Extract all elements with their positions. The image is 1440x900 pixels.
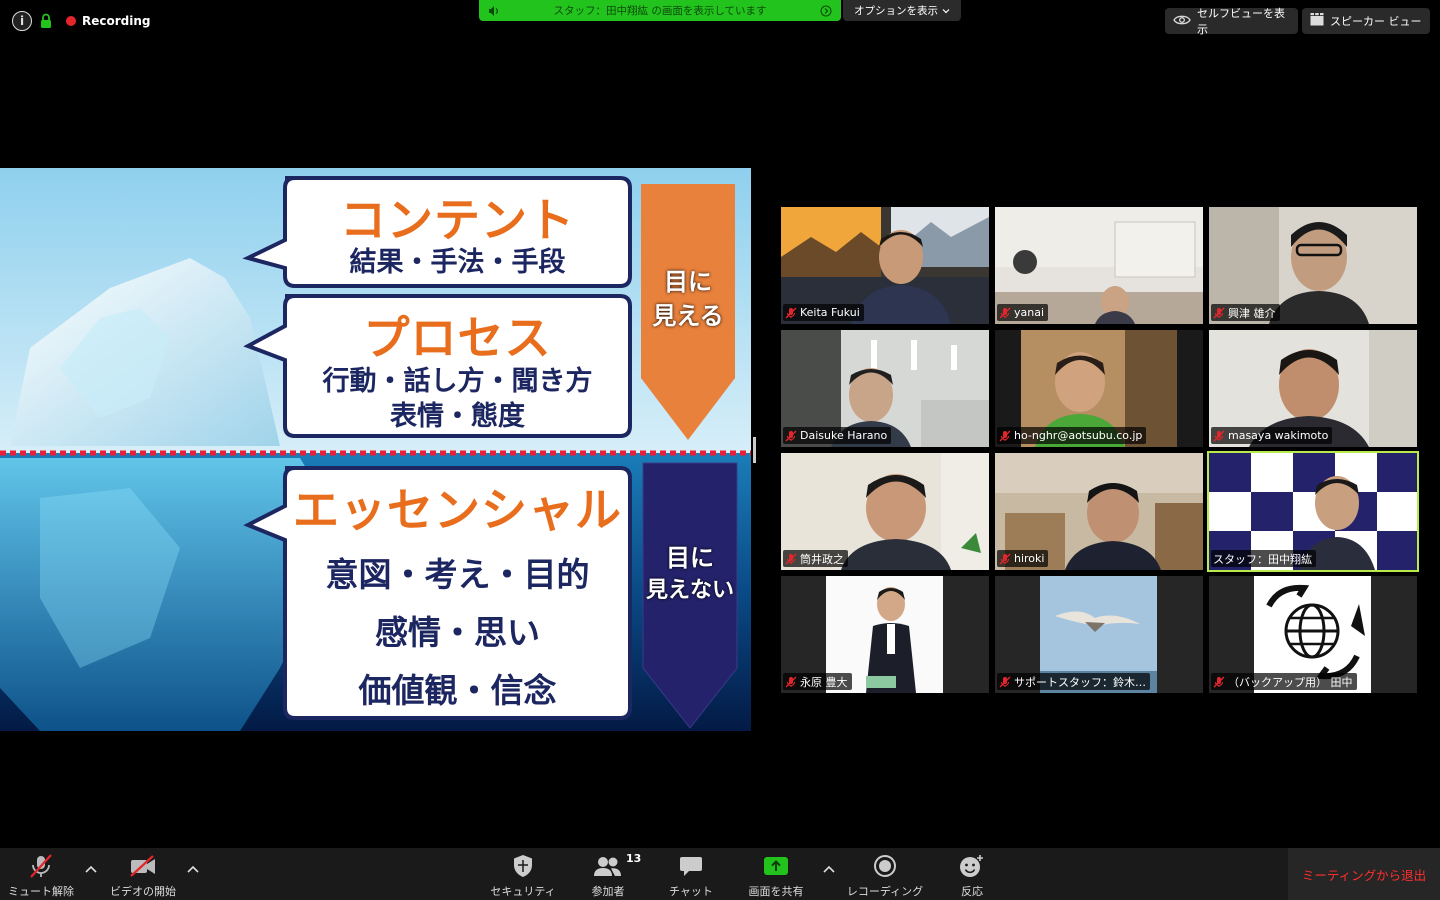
slide-essential-line3: 価値観・信念 — [358, 671, 557, 710]
screen-share-banner: スタッフ：田中翔紘 の画面を表示しています — [479, 0, 841, 21]
smiley-plus-icon — [957, 853, 987, 879]
speaker-view-button[interactable]: スピーカー ビュー — [1302, 8, 1430, 34]
speaker-icon — [487, 4, 501, 18]
show-self-view-button[interactable]: セルフビューを表示 — [1165, 7, 1298, 36]
share-options-caret-icon[interactable] — [822, 862, 836, 876]
slide-visible-line1: 目に — [664, 268, 712, 296]
security-label: セキュリティ — [490, 885, 556, 898]
participant-name: ho-nghr@aotsubu.co.jp — [1014, 429, 1143, 442]
share-screen-button[interactable]: 画面を共有 — [740, 848, 812, 900]
view-options-button[interactable]: オプションを表示 — [843, 0, 961, 21]
participant-tile[interactable]: サポートスタッフ：鈴木… — [995, 576, 1203, 693]
participant-tile[interactable]: yanai — [995, 207, 1203, 324]
slide-visible-line2: 見える — [652, 302, 724, 330]
participant-name: 永原 豊大 — [800, 675, 848, 689]
participant-tile[interactable]: hiroki — [995, 453, 1203, 570]
participant-name: スタッフ：田中翔紘 — [1213, 552, 1312, 566]
participants-count-badge: 13 — [626, 852, 642, 865]
mic-muted-icon — [785, 307, 797, 319]
slide-invisible-line2: 見えない — [645, 578, 734, 603]
participant-tile[interactable]: （バックアップ用） 田中 — [1209, 576, 1417, 693]
mic-muted-icon — [999, 430, 1011, 442]
slide-content-sub: 結果・手法・手段 — [349, 247, 566, 278]
mic-muted-icon — [999, 676, 1011, 688]
view-options-label: オプションを表示 — [854, 5, 938, 17]
share-banner-text: スタッフ：田中翔紘 の画面を表示しています — [553, 5, 767, 17]
lock-icon[interactable] — [38, 11, 54, 31]
participant-name: masaya wakimoto — [1228, 429, 1329, 442]
mic-muted-icon — [1213, 307, 1225, 319]
mic-muted-icon — [785, 676, 797, 688]
participant-tile[interactable]: masaya wakimoto — [1209, 330, 1417, 447]
recording-label[interactable]: Recording — [82, 14, 151, 28]
mic-muted-icon — [999, 307, 1011, 319]
chat-label: チャット — [669, 885, 713, 898]
split-resize-handle[interactable] — [753, 437, 756, 463]
eye-icon — [1173, 14, 1191, 29]
participant-tile[interactable]: 興津 雄介 — [1209, 207, 1417, 324]
slide-essential-line1: 意図・考え・目的 — [325, 555, 590, 594]
participant-name: Keita Fukui — [800, 306, 860, 319]
record-icon — [870, 853, 900, 879]
record-button[interactable]: レコーディング — [840, 848, 930, 900]
meeting-status: i Recording — [12, 10, 151, 32]
reactions-button[interactable]: 反応 — [944, 848, 1000, 900]
info-icon[interactable]: i — [12, 11, 32, 31]
mic-muted-icon — [785, 553, 797, 565]
participant-tile-active-speaker[interactable]: スタッフ：田中翔紘 — [1207, 451, 1419, 572]
leave-meeting-button[interactable]: ミーティングから退出 — [1288, 848, 1440, 900]
participant-tile[interactable]: ho-nghr@aotsubu.co.jp — [995, 330, 1203, 447]
participants-label: 参加者 — [591, 885, 625, 898]
participant-name: 筒井政之 — [800, 552, 844, 566]
participant-name: サポートスタッフ：鈴木… — [1014, 675, 1146, 689]
speaker-view-label: スピーカー ビュー — [1330, 15, 1422, 28]
chat-button[interactable]: チャット — [661, 848, 721, 900]
shield-icon — [508, 853, 538, 879]
participant-name: Daisuke Harano — [800, 429, 888, 442]
mic-muted-icon — [1213, 676, 1225, 688]
participant-tile[interactable]: 筒井政之 — [781, 453, 989, 570]
participant-tile[interactable]: Keita Fukui — [781, 207, 989, 324]
mic-muted-icon — [26, 853, 56, 879]
shared-screen-slide: コンテント 結果・手法・手段 プロセス 行動・話し方・聞き方 表情・態度 エッセ… — [0, 168, 751, 731]
mic-muted-icon — [785, 430, 797, 442]
participant-name: hiroki — [1014, 552, 1045, 565]
start-video-label: ビデオの開始 — [110, 885, 176, 898]
slide-process-line1: 行動・話し方・聞き方 — [322, 366, 593, 397]
security-button[interactable]: セキュリティ — [483, 848, 563, 900]
slide-process-line2: 表情・態度 — [390, 401, 525, 432]
unmute-button[interactable]: ミュート解除 — [0, 848, 82, 900]
participant-tile[interactable]: 永原 豊大 — [781, 576, 989, 693]
participants-icon — [593, 853, 623, 879]
recording-dot-icon — [66, 16, 76, 26]
chat-bubble-icon — [676, 853, 706, 879]
participant-tile[interactable]: Daisuke Harano — [781, 330, 989, 447]
meeting-toolbar: ミュート解除 ビデオの開始 セキュリティ 参加者 チャット 画面を共有 レコーデ… — [0, 848, 1440, 900]
mic-muted-icon — [999, 553, 1011, 565]
record-label: レコーディング — [846, 885, 924, 898]
banner-close-icon[interactable] — [819, 4, 833, 18]
participant-name: （バックアップ用） 田中 — [1228, 675, 1353, 689]
chevron-down-icon — [942, 5, 950, 17]
slide-essential-title: エッセンシャル — [293, 483, 622, 537]
reactions-label: 反応 — [961, 885, 983, 898]
video-off-icon — [128, 853, 158, 879]
mic-muted-icon — [1213, 430, 1225, 442]
slide-invisible-line1: 目に — [666, 544, 714, 572]
video-options-caret-icon[interactable] — [186, 862, 200, 876]
share-screen-icon — [761, 853, 791, 879]
participant-name: yanai — [1014, 306, 1045, 319]
share-screen-label: 画面を共有 — [748, 885, 804, 898]
speaker-view-icon — [1310, 13, 1324, 29]
participant-name: 興津 雄介 — [1228, 306, 1276, 320]
unmute-label: ミュート解除 — [8, 885, 74, 898]
start-video-button[interactable]: ビデオの開始 — [103, 848, 183, 900]
slide-essential-line2: 感情・思い — [375, 613, 540, 652]
audio-options-caret-icon[interactable] — [84, 862, 98, 876]
show-self-view-label: セルフビューを表示 — [1197, 7, 1285, 36]
